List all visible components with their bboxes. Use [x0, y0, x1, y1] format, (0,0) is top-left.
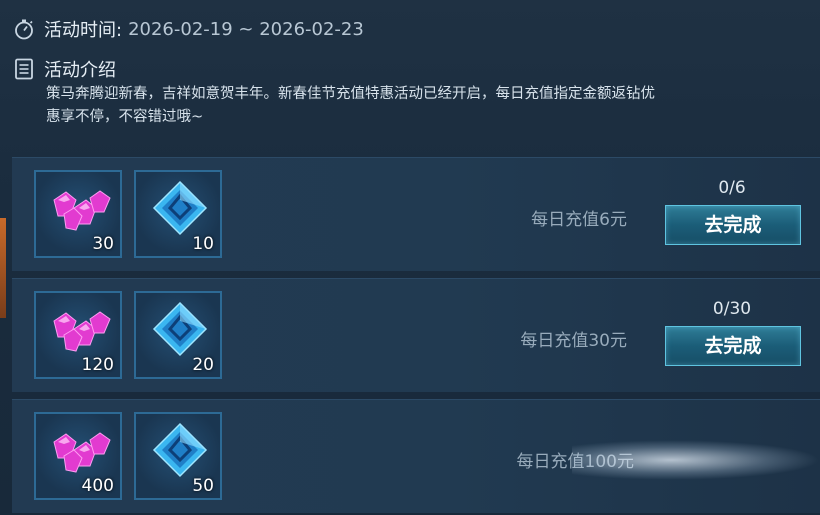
activity-time-range: 2026-02-19 ~ 2026-02-23 — [128, 18, 364, 40]
reward-slot[interactable]: 10 — [134, 170, 222, 258]
reward-slot[interactable]: 120 — [34, 291, 122, 379]
task-progress: 0/30 — [712, 299, 752, 319]
document-list-icon — [12, 57, 36, 81]
task-row: 400 50 每日充值100元 — [12, 399, 820, 513]
stopwatch-icon — [12, 17, 36, 41]
task-row: 30 10 每日充值6元 0/6 去完成 — [12, 157, 820, 271]
task-condition: 每日充值30元 — [520, 331, 627, 351]
activity-intro-row: 活动介绍 — [12, 56, 116, 82]
activity-time-label: 活动时间: — [44, 20, 123, 41]
pink-gem-icon — [53, 190, 111, 231]
reward-quantity: 10 — [192, 234, 214, 254]
activity-intro-title: 活动介绍 — [44, 60, 116, 81]
blue-crystal-icon — [152, 180, 208, 236]
reward-quantity: 20 — [192, 355, 214, 375]
scroll-edge-indicator — [0, 218, 6, 318]
blue-crystal-icon — [152, 301, 208, 357]
reward-quantity: 50 — [192, 476, 214, 496]
pink-gem-icon — [53, 432, 111, 473]
activity-time-row: 活动时间: 2026-02-19 ~ 2026-02-23 — [12, 16, 364, 42]
reward-slot[interactable]: 400 — [34, 412, 122, 500]
pink-gem-icon — [53, 311, 111, 352]
blue-crystal-icon — [152, 422, 208, 478]
light-glare — [572, 440, 820, 480]
task-condition: 每日充值6元 — [531, 210, 627, 230]
task-progress: 0/6 — [718, 178, 746, 198]
go-complete-button[interactable]: 去完成 — [665, 326, 801, 366]
reward-quantity: 120 — [81, 355, 114, 375]
reward-quantity: 400 — [81, 476, 114, 496]
reward-slot[interactable]: 20 — [134, 291, 222, 379]
go-complete-button[interactable]: 去完成 — [665, 205, 801, 245]
reward-slot[interactable]: 50 — [134, 412, 222, 500]
task-row: 120 20 每日充值30元 0/30 去完成 — [12, 278, 820, 392]
reward-slot[interactable]: 30 — [34, 170, 122, 258]
activity-intro-text: 策马奔腾迎新春，吉祥如意贺丰年。新春佳节充值特惠活动已经开启，每日充值指定金额返… — [46, 86, 655, 125]
reward-quantity: 30 — [92, 234, 114, 254]
